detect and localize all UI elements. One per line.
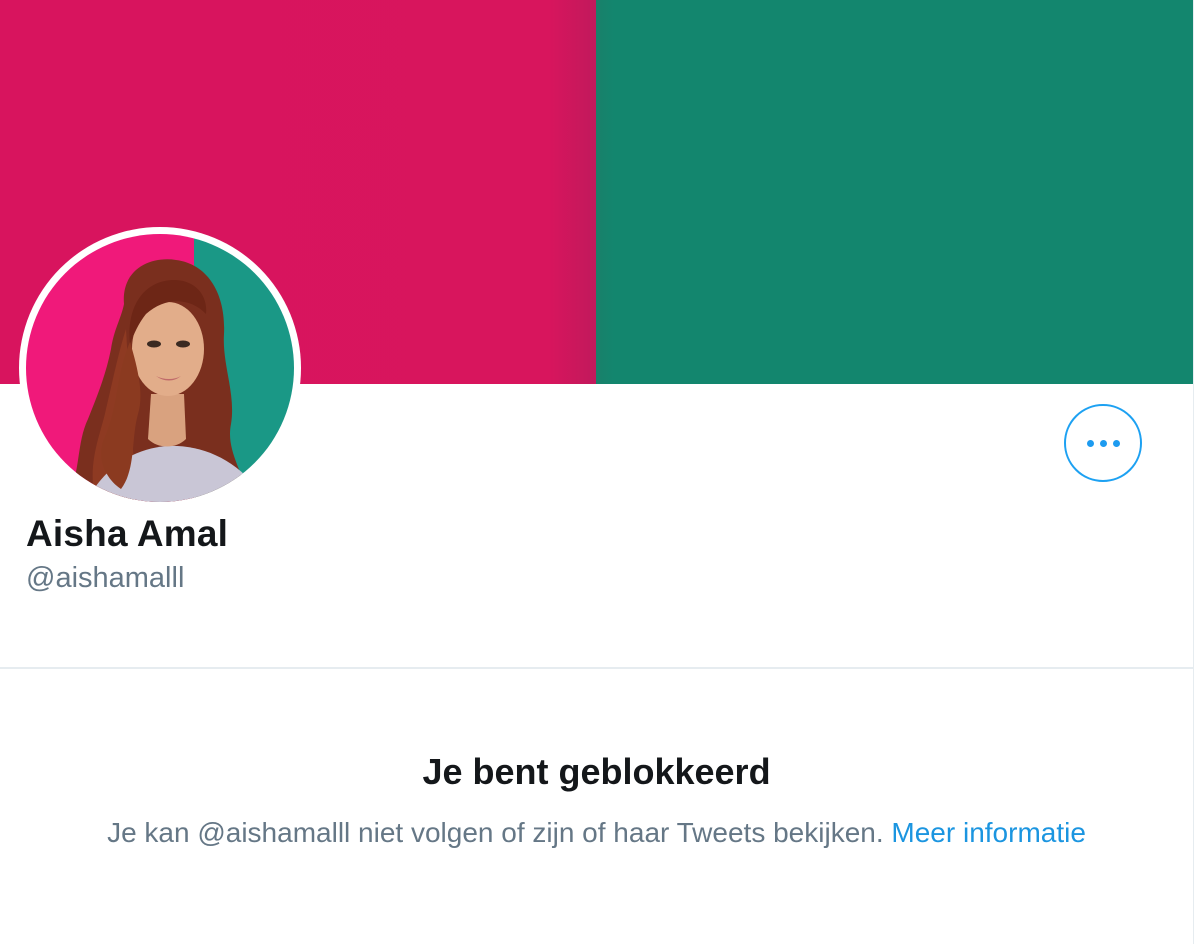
learn-more-link[interactable]: Meer informatie <box>891 817 1086 848</box>
dot <box>1086 439 1094 447</box>
blocked-title: Je bent geblokkeerd <box>422 751 771 792</box>
dot <box>1099 439 1107 447</box>
more-options-button[interactable] <box>1064 404 1142 482</box>
banner-right-panel <box>596 0 1193 384</box>
profile-display-name: Aisha Amal <box>26 513 229 554</box>
column-border <box>1193 0 1194 944</box>
blocked-message-text: Je kan @aishamalll niet volgen of zijn o… <box>107 817 884 848</box>
dot <box>1112 439 1120 447</box>
blocked-message: Je kan @aishamalll niet volgen of zijn o… <box>0 817 1193 849</box>
avatar[interactable] <box>19 227 301 509</box>
avatar-photo <box>26 234 294 502</box>
divider <box>0 667 1193 669</box>
more-horizontal-icon <box>1086 439 1120 447</box>
profile-handle: @aishamalll <box>26 562 185 594</box>
